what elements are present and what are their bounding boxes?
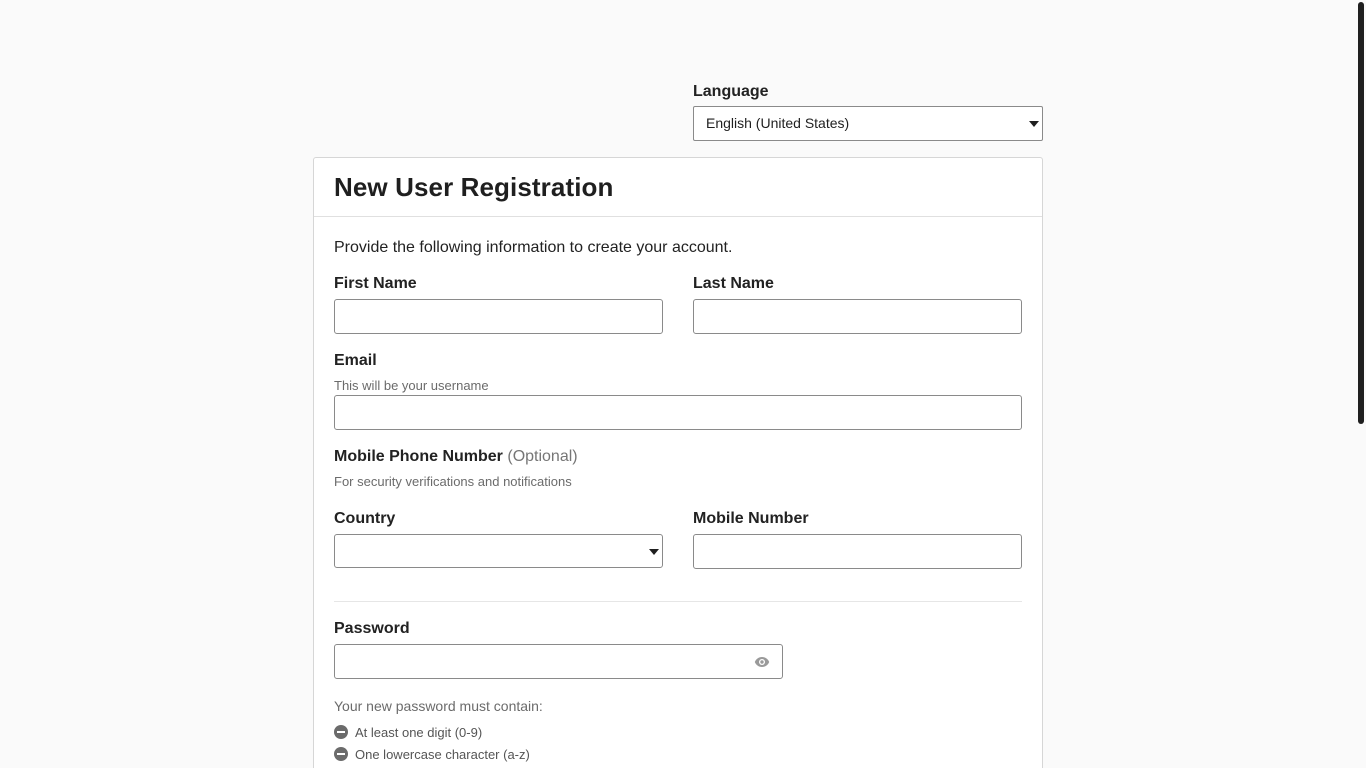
language-selected-value: English (United States) bbox=[706, 115, 850, 131]
language-label: Language bbox=[693, 83, 769, 100]
page-title: New User Registration bbox=[334, 172, 614, 202]
language-select[interactable]: English (United States) bbox=[693, 106, 1043, 141]
last-name-input[interactable] bbox=[693, 299, 1022, 334]
requirement-text: One lowercase character (a-z) bbox=[355, 747, 530, 762]
email-label: Email bbox=[334, 352, 377, 369]
language-selector: Language English (United States) bbox=[693, 82, 1043, 141]
password-input[interactable] bbox=[334, 644, 783, 679]
last-name-label: Last Name bbox=[693, 275, 774, 292]
country-label: Country bbox=[334, 510, 396, 527]
minus-circle-icon bbox=[334, 747, 348, 761]
mobile-number-input[interactable] bbox=[693, 534, 1022, 569]
country-select[interactable] bbox=[334, 534, 663, 568]
scrollbar-thumb[interactable] bbox=[1358, 2, 1364, 424]
requirement-text: At least one digit (0-9) bbox=[355, 725, 483, 740]
mobile-section-label: Mobile Phone Number (Optional) bbox=[334, 448, 578, 466]
email-hint: This will be your username bbox=[334, 378, 489, 393]
minus-circle-icon bbox=[334, 725, 348, 739]
registration-page: Language English (United States) New Use… bbox=[0, 0, 1366, 768]
requirement-item: One lowercase character (a-z) bbox=[334, 747, 530, 763]
mobile-hint: For security verifications and notificat… bbox=[334, 474, 572, 489]
first-name-label: First Name bbox=[334, 275, 417, 292]
email-input[interactable] bbox=[334, 395, 1022, 430]
intro-text: Provide the following information to cre… bbox=[334, 239, 733, 256]
caret-down-icon bbox=[1029, 121, 1039, 127]
mobile-section-title: Mobile Phone Number bbox=[334, 448, 503, 465]
first-name-input[interactable] bbox=[334, 299, 663, 334]
optional-tag: (Optional) bbox=[507, 448, 578, 465]
registration-card: New User Registration Provide the follow… bbox=[313, 157, 1043, 768]
password-label: Password bbox=[334, 620, 410, 637]
card-header: New User Registration bbox=[314, 158, 1042, 217]
scrollbar[interactable] bbox=[1356, 0, 1366, 768]
eye-icon[interactable] bbox=[754, 655, 770, 669]
mobile-number-label: Mobile Number bbox=[693, 510, 809, 527]
requirement-item: At least one digit (0-9) bbox=[334, 725, 482, 741]
password-requirements-title: Your new password must contain: bbox=[334, 698, 543, 714]
section-divider bbox=[334, 601, 1022, 602]
caret-down-icon bbox=[649, 549, 659, 555]
